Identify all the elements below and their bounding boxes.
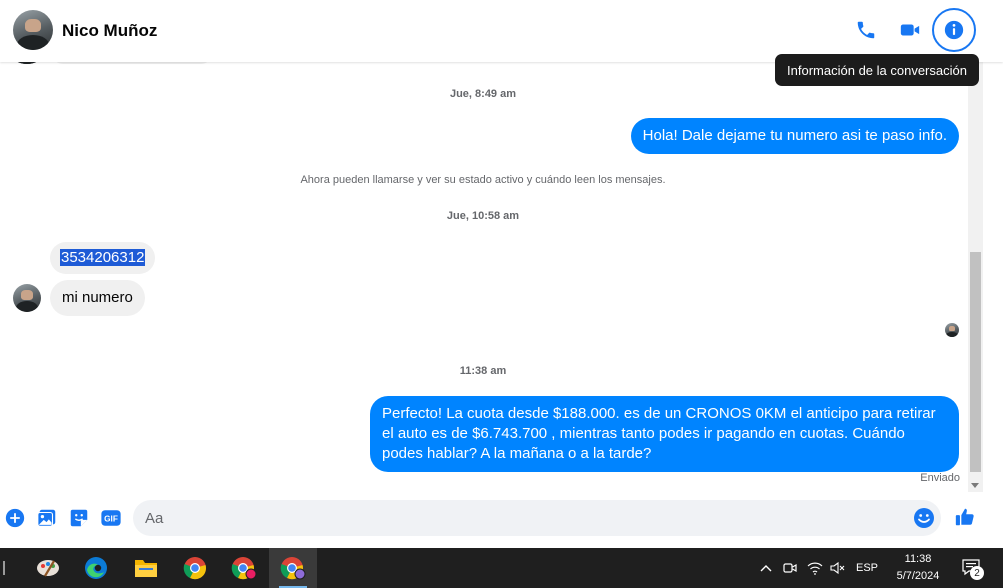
tray-meet-button[interactable] <box>780 548 800 588</box>
message-scrollbar[interactable] <box>968 62 983 492</box>
message-composer: GIF <box>0 492 1003 548</box>
scrollbar-thumb[interactable] <box>970 252 981 472</box>
conversation-header: Nico Muñoz <box>0 0 1003 62</box>
selected-phone-number[interactable]: 3534206312 <box>60 249 146 266</box>
video-camera-icon <box>900 24 920 36</box>
like-button[interactable] <box>952 504 978 530</box>
conversation-info-button[interactable] <box>932 8 976 52</box>
chrome-icon <box>183 557 206 580</box>
info-icon <box>944 20 964 40</box>
taskbar-app-paint[interactable] <box>24 548 72 588</box>
windows-taskbar: ESP 11:38 5/7/2024 2 <box>0 548 1003 588</box>
camera-tray-icon <box>783 563 797 573</box>
contact-name[interactable]: Nico Muñoz <box>62 21 157 41</box>
clock-date: 5/7/2024 <box>896 570 940 582</box>
timestamp: Jue, 10:58 am <box>446 210 520 222</box>
taskbar-app-file-explorer[interactable] <box>122 548 170 588</box>
taskbar-clock[interactable]: 11:38 5/7/2024 <box>880 551 956 585</box>
svg-text:GIF: GIF <box>104 515 118 524</box>
input-language-indicator[interactable]: ESP <box>852 548 882 588</box>
folder-icon <box>135 560 157 577</box>
contact-avatar-partial <box>13 62 41 64</box>
sticker-button[interactable] <box>67 506 91 530</box>
contact-avatar[interactable] <box>13 10 53 50</box>
taskbar-app-chrome[interactable] <box>171 548 219 588</box>
contact-avatar-small[interactable] <box>13 284 41 312</box>
scroll-down-icon[interactable] <box>971 483 979 488</box>
chrome-profile-icon <box>231 557 257 580</box>
taskbar-app-chrome-profile[interactable] <box>220 548 268 588</box>
emoji-button[interactable] <box>912 506 936 530</box>
read-receipt-avatar <box>945 323 959 337</box>
system-notice: Ahora pueden llamarse y ver su estado ac… <box>300 174 666 186</box>
attach-photo-button[interactable] <box>35 506 59 530</box>
notification-count-badge: 2 <box>970 566 984 580</box>
voice-call-button[interactable] <box>846 12 886 48</box>
tray-volume-button[interactable] <box>828 548 848 588</box>
conversation-info-tooltip: Información de la conversación <box>775 54 979 86</box>
more-actions-button[interactable] <box>3 506 27 530</box>
thumbs-up-icon <box>955 508 974 526</box>
message-input-wrapper <box>133 500 941 536</box>
message-input[interactable] <box>145 500 905 536</box>
video-call-button[interactable] <box>890 12 930 48</box>
incoming-message[interactable]: mi numero <box>50 280 145 316</box>
tray-wifi-button[interactable] <box>804 548 826 588</box>
outgoing-message[interactable]: Hola! Dale dejame tu numero asi te paso … <box>630 118 959 154</box>
taskbar-app-chrome-incognito[interactable] <box>269 548 317 588</box>
incoming-message[interactable]: 3534206312 <box>50 242 156 274</box>
photo-icon <box>37 509 56 527</box>
timestamp: 11:38 am <box>459 365 507 377</box>
wifi-icon <box>807 562 823 575</box>
chrome-incognito-icon <box>280 557 306 580</box>
sticker-icon <box>70 509 88 527</box>
smiley-icon <box>914 508 934 528</box>
notification-center-button[interactable]: 2 <box>958 548 986 588</box>
show-hidden-icons-button[interactable] <box>756 548 776 588</box>
timestamp: Jue, 8:49 am <box>449 88 517 100</box>
message-status: Enviado <box>920 472 960 484</box>
gif-icon: GIF <box>101 510 121 526</box>
phone-icon <box>857 21 875 39</box>
taskbar-divider <box>3 561 5 575</box>
clock-time: 11:38 <box>904 553 932 565</box>
chevron-up-icon <box>760 565 772 572</box>
taskbar-app-edge[interactable] <box>72 548 120 588</box>
speaker-muted-icon <box>830 561 845 575</box>
messenger-window: Nico Muñoz Información de la conversació… <box>0 0 1003 588</box>
paint-palette-icon <box>37 560 59 577</box>
edge-browser-icon <box>85 557 107 579</box>
outgoing-message[interactable]: Perfecto! La cuota desde $188.000. es de… <box>370 396 959 472</box>
gif-button[interactable]: GIF <box>99 506 123 530</box>
message-list[interactable]: Jue, 8:49 am Hola! Dale dejame tu numero… <box>0 62 968 492</box>
plus-circle-icon <box>5 508 25 528</box>
incoming-message-partial[interactable] <box>52 62 212 64</box>
